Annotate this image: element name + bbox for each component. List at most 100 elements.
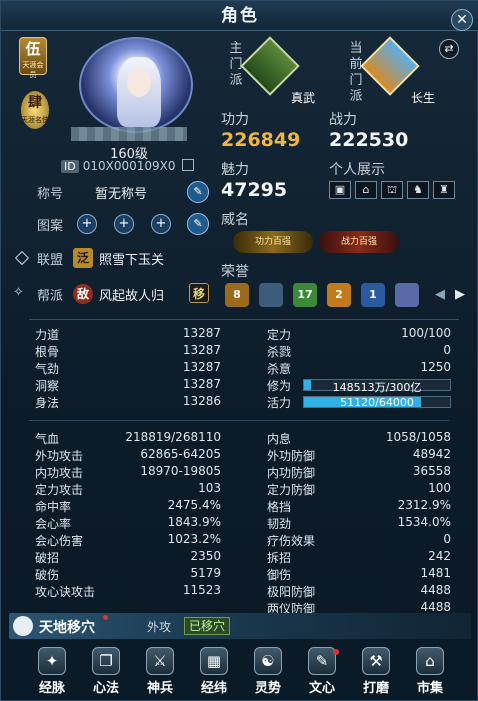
attr2-label: 定力 bbox=[267, 328, 292, 342]
nav-button-4[interactable]: ☯ 灵势 bbox=[245, 647, 291, 699]
next-arrow-icon[interactable]: ▶ bbox=[455, 287, 465, 302]
nav-button-0[interactable]: ✦ 经脉 bbox=[29, 647, 75, 699]
combat-value: 218819/268110 bbox=[125, 430, 221, 444]
hall-icon[interactable]: ⛫ bbox=[381, 181, 403, 199]
nav-label: 灵势 bbox=[254, 681, 281, 696]
honor-row: 8 17 2 1 ◀ ▶ bbox=[221, 283, 471, 309]
attr2-value: 0 bbox=[443, 343, 451, 357]
member-tier-badge[interactable]: 伍 天涯会员 bbox=[19, 37, 47, 79]
rank-badge-glyph: 肆 bbox=[28, 95, 42, 111]
combat-label: 气血 bbox=[35, 432, 60, 446]
combat-row: 外功攻击 62865-64205 bbox=[35, 447, 221, 465]
attr2-row: 杀意 1250 bbox=[267, 360, 451, 378]
avatar-face bbox=[127, 69, 151, 97]
diamond-icon bbox=[14, 250, 30, 266]
weiming-badge-gongli[interactable]: 功力百强 bbox=[233, 231, 313, 253]
honor-mountain-icon[interactable] bbox=[259, 283, 283, 307]
defense-row: 极阳防御 4488 bbox=[267, 583, 451, 601]
attr-label: 力道 bbox=[35, 328, 60, 342]
defense-label: 格挡 bbox=[267, 500, 292, 514]
meili-label: 魅力 bbox=[221, 162, 249, 178]
copy-icon[interactable] bbox=[181, 159, 194, 171]
current-sect-box[interactable]: 当前门派 长生 ⇄ bbox=[341, 36, 459, 107]
main-sect-box[interactable]: 主门派 真武 bbox=[221, 36, 331, 107]
title-bar: 角色 ✕ bbox=[1, 1, 478, 31]
close-button[interactable]: ✕ bbox=[451, 9, 473, 31]
nav-icon: ⌂ bbox=[416, 647, 444, 675]
nav-button-2[interactable]: ⚔ 神兵 bbox=[137, 647, 183, 699]
defense-row: 内功防御 36558 bbox=[267, 464, 451, 482]
close-icon: ✕ bbox=[456, 12, 468, 28]
acupoint-skill-bar[interactable]: 天地移穴 外攻 已移穴 bbox=[9, 613, 471, 639]
weiming-badge-zhanli[interactable]: 战力百强 bbox=[319, 231, 399, 253]
honor-crystal-icon[interactable] bbox=[395, 283, 419, 307]
current-sect-name: 长生 bbox=[411, 91, 436, 105]
combat-row: 会心率 1843.9% bbox=[35, 515, 221, 533]
title-value: 暂无称号 bbox=[95, 187, 148, 202]
skill-icon bbox=[13, 616, 33, 636]
rank-badge[interactable]: 肆 天涯名侠 bbox=[21, 91, 49, 129]
notification-dot bbox=[333, 649, 339, 655]
gongli-value: 226849 bbox=[221, 129, 301, 151]
progress-bar: 51120/64000 bbox=[303, 396, 451, 409]
guild-label: 帮派 bbox=[37, 289, 64, 304]
add-pattern-button-2[interactable]: + bbox=[114, 214, 134, 234]
defense-label: 内息 bbox=[267, 432, 292, 446]
nav-button-3[interactable]: ▦ 经纬 bbox=[191, 647, 237, 699]
gongli-label: 功力 bbox=[221, 112, 249, 128]
nav-label: 经纬 bbox=[200, 681, 227, 696]
defense-row: 御伤 1481 bbox=[267, 566, 451, 584]
blurred-player-name bbox=[71, 127, 187, 141]
defense-label: 疗伤效果 bbox=[267, 534, 316, 548]
guild-row: ✧ 帮派 敌 风起故人归 移 bbox=[9, 283, 219, 309]
nav-label: 市集 bbox=[416, 681, 443, 696]
defense-value: 4488 bbox=[420, 600, 451, 614]
guild-emblem-icon: ✧ bbox=[13, 285, 24, 300]
attr-label: 洞察 bbox=[35, 379, 60, 393]
add-pattern-button-3[interactable]: + bbox=[151, 214, 171, 234]
combat-label: 内功攻击 bbox=[35, 466, 84, 480]
nav-button-7[interactable]: ⌂ 市集 bbox=[407, 647, 453, 699]
defense-label: 韧劲 bbox=[267, 517, 292, 531]
nav-label: 打磨 bbox=[362, 681, 389, 696]
defense-value: 0 bbox=[443, 532, 451, 546]
mount-icon[interactable]: ♞ bbox=[407, 181, 429, 199]
combat-value: 18970-19805 bbox=[140, 464, 221, 478]
outfit-icon[interactable]: ♜ bbox=[433, 181, 455, 199]
combat-row: 会心伤害 1023.2% bbox=[35, 532, 221, 550]
defense-row: 韧劲 1534.0% bbox=[267, 515, 451, 533]
stats-divider bbox=[29, 420, 449, 421]
combat-value: 62865-64205 bbox=[140, 447, 221, 461]
combat-label: 攻心诀攻击 bbox=[35, 585, 96, 599]
attr-row: 身法 13286 bbox=[35, 394, 221, 412]
swap-sect-icon[interactable]: ⇄ bbox=[439, 39, 459, 59]
guild-extra-icon[interactable]: 移 bbox=[189, 283, 209, 303]
alliance-value[interactable]: 照雪下玉关 bbox=[99, 249, 164, 268]
combat-label: 破伤 bbox=[35, 568, 60, 582]
nav-button-5[interactable]: ✎ 文心 bbox=[299, 647, 345, 699]
zhenwu-sect-icon bbox=[240, 36, 300, 96]
defense-value: 2312.9% bbox=[397, 498, 451, 512]
edit-title-button[interactable]: ✎ bbox=[187, 181, 209, 203]
attr-row: 气劲 13287 bbox=[35, 360, 221, 378]
changsheng-sect-icon bbox=[360, 36, 420, 96]
nav-button-6[interactable]: ⚒ 打磨 bbox=[353, 647, 399, 699]
defense-value: 36558 bbox=[412, 464, 451, 478]
house-icon[interactable]: ⌂ bbox=[355, 181, 377, 199]
tier-badge-caption: 天涯会员 bbox=[22, 61, 44, 79]
alliance-row: 联盟 泛 照雪下玉关 bbox=[9, 248, 219, 273]
add-pattern-button-1[interactable]: + bbox=[77, 214, 97, 234]
prev-arrow-icon[interactable]: ◀ bbox=[435, 287, 445, 302]
honor-master-icon[interactable]: 2 bbox=[327, 283, 351, 307]
honor-record-icon[interactable]: 17 bbox=[293, 283, 317, 307]
character-avatar[interactable] bbox=[79, 37, 193, 133]
meili-value: 47295 bbox=[221, 179, 288, 201]
profile-card-icon[interactable]: ▣ bbox=[329, 181, 351, 199]
honor-ranking-icon[interactable]: 1 bbox=[361, 283, 385, 307]
edit-pattern-button[interactable]: ✎ bbox=[187, 213, 209, 235]
attr-label: 气劲 bbox=[35, 362, 60, 376]
nav-button-1[interactable]: ❐ 心法 bbox=[83, 647, 129, 699]
guild-value[interactable]: 风起故人归 bbox=[99, 285, 164, 304]
honor-lotus-icon[interactable]: 8 bbox=[225, 283, 249, 307]
pattern-row: 图案 + + + ✎ bbox=[9, 213, 219, 239]
